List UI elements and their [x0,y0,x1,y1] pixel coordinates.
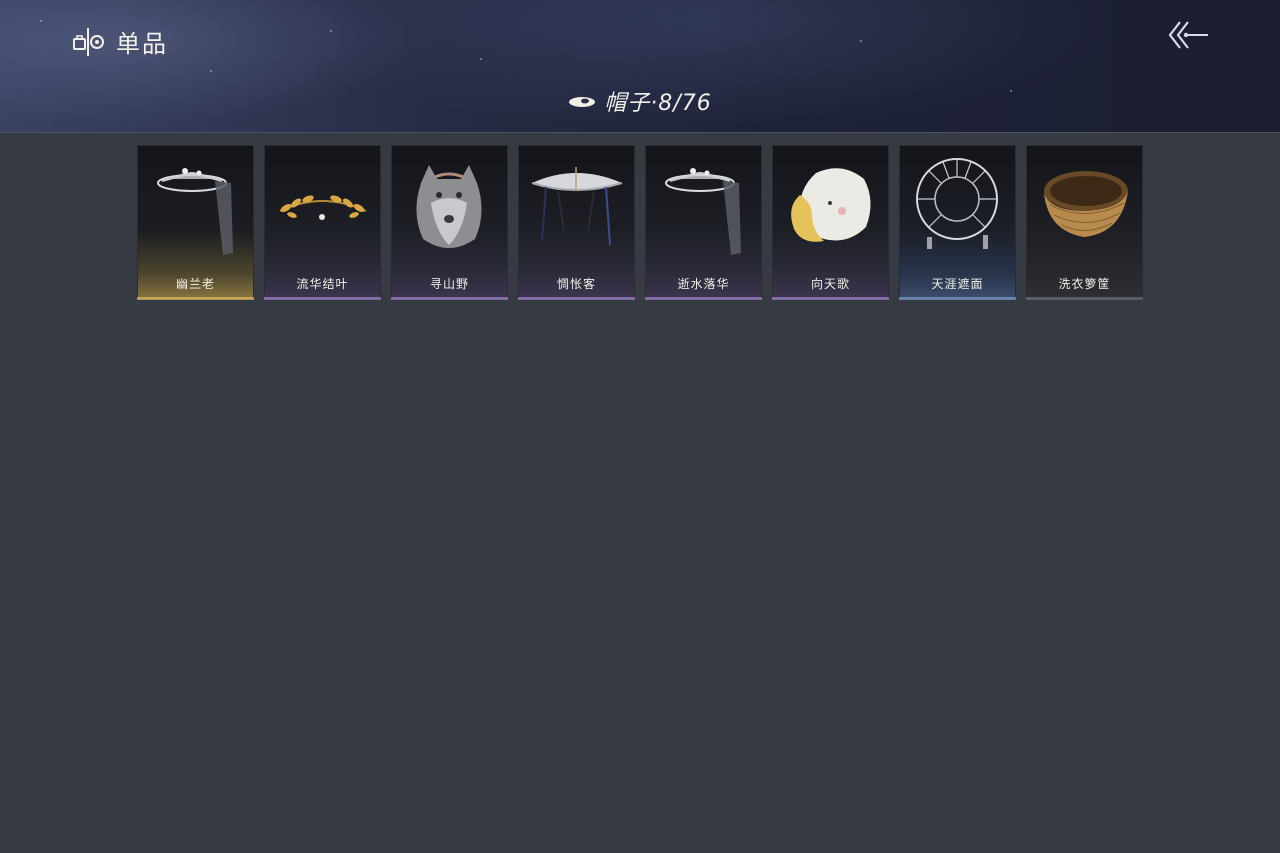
item-card[interactable]: 向天歌 [772,145,889,300]
star-decoration [480,58,482,60]
item-name: 洗衣箩筐 [1058,277,1111,291]
item-card[interactable]: 惆怅客 [518,145,635,300]
page-title: 单品 [116,30,168,58]
item-card[interactable]: 天涯遮面 [899,145,1016,300]
hat-icon [569,97,596,107]
item-name: 流华结叶 [296,277,349,291]
page-title-group: 单品 [72,24,168,59]
star-decoration [210,70,212,72]
rarity-bar [645,297,762,300]
wicker-basket-icon [1044,171,1128,237]
star-decoration [860,40,862,42]
wolf-hood-icon [416,165,482,248]
bamboo-hat-icon [531,167,623,246]
item-name: 惆怅客 [556,277,596,291]
item-name: 逝水落华 [677,277,730,291]
golden-laurel-icon [279,195,367,220]
back-button[interactable] [1164,16,1212,54]
rarity-bar [518,297,635,300]
star-decoration [330,30,332,32]
category-title: 帽子·8/76 [604,91,712,116]
item-name: 天涯遮面 [931,277,984,291]
rarity-bar [899,297,1016,300]
double-chevron-left-icon [1168,21,1208,49]
goose-hood-icon [791,168,871,242]
star-decoration [40,20,42,22]
item-name: 幽兰老 [175,277,215,291]
rarity-bar [391,297,508,300]
item-name: 向天歌 [810,277,850,291]
item-card[interactable]: 洗衣箩筐 [1026,145,1143,300]
veiled-hat-icon [157,168,233,255]
top-header: 单品 帽子·8/76 [0,0,1280,133]
wardrobe-icon [73,27,104,56]
item-card[interactable]: 流华结叶 [264,145,381,300]
rarity-bar [772,297,889,300]
item-card[interactable]: 逝水落华 [645,145,762,300]
veiled-hat-icon [665,168,741,255]
item-card[interactable]: 寻山野 [391,145,508,300]
category-header: 帽子·8/76 [0,84,1280,118]
item-card[interactable]: 幽兰老 [137,145,254,300]
item-grid: 幽兰老 流华结叶 寻山野 惆怅客 逝水落华 向天歌 天涯遮面 洗衣箩筐 [137,145,1143,300]
item-name: 寻山野 [429,277,469,291]
rarity-bar [137,297,254,300]
rarity-bar [264,297,381,300]
rarity-bar [1026,297,1143,300]
wire-frame-hat-icon [916,158,998,249]
